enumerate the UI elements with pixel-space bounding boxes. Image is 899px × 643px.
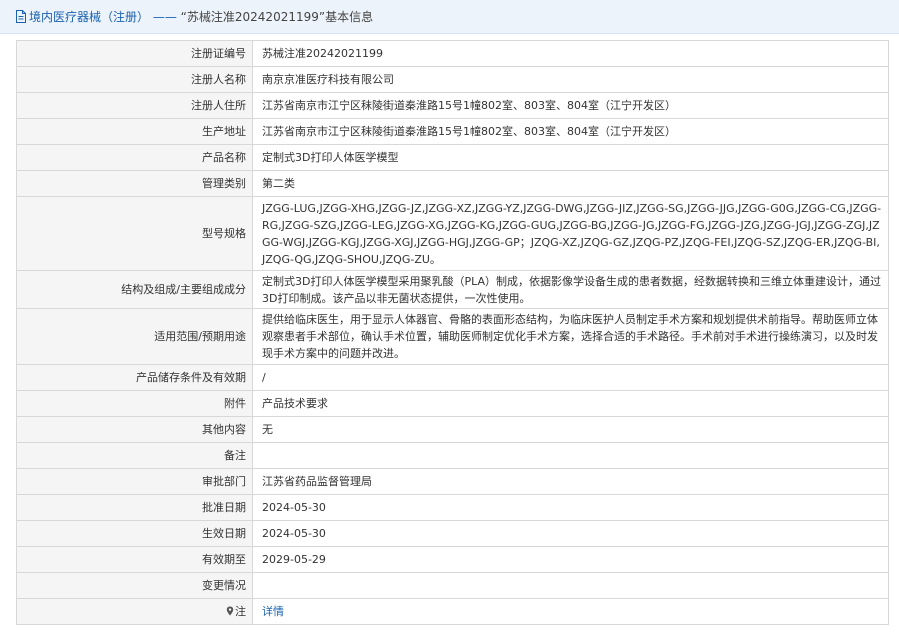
table-row: 注册人住所 江苏省南京市江宁区秣陵街道秦淮路15号1幢802室、803室、804… [16,92,889,119]
row-label: 产品名称 [16,144,253,171]
row-label: 生效日期 [16,520,253,547]
table-row: 变更情况 [16,572,889,599]
row-label: 管理类别 [16,170,253,197]
table-row: 备注 [16,442,889,469]
table-row: 结构及组成/主要组成成分 定制式3D打印人体医学模型采用聚乳酸（PLA）制成，依… [16,270,889,309]
row-label: 注册证编号 [16,40,253,67]
note-row: 注 详情 [16,598,889,625]
row-value: 第二类 [252,170,889,197]
table-row: 产品储存条件及有效期 / [16,364,889,391]
document-icon [16,10,26,23]
row-label: 附件 [16,390,253,417]
row-value: 定制式3D打印人体医学模型 [252,144,889,171]
row-value [252,572,889,599]
row-label: 有效期至 [16,546,253,573]
table-row: 型号规格 JZGG-LUG,JZGG-XHG,JZGG-JZ,JZGG-XZ,J… [16,196,889,271]
row-value: 江苏省药品监督管理局 [252,468,889,495]
row-label: 审批部门 [16,468,253,495]
row-label: 型号规格 [16,196,253,271]
note-label: 注 [16,598,253,625]
table-row: 批准日期 2024-05-30 [16,494,889,521]
row-value: 2024-05-30 [252,494,889,521]
row-label: 备注 [16,442,253,469]
pin-icon [226,606,234,616]
row-label: 变更情况 [16,572,253,599]
device-info-table: 注册证编号 苏械注准20242021199 注册人名称 南京京准医疗科技有限公司… [16,40,889,625]
row-value: 江苏省南京市江宁区秣陵街道秦淮路15号1幢802室、803室、804室（江宁开发… [252,92,889,119]
row-value: 南京京准医疗科技有限公司 [252,66,889,93]
note-label-text: 注 [235,605,246,618]
page-header: 境内医疗器械（注册） —— “苏械注准20242021199”基本信息 [0,0,899,34]
row-value: 产品技术要求 [252,390,889,417]
row-value: / [252,364,889,391]
table-row: 产品名称 定制式3D打印人体医学模型 [16,144,889,171]
row-value: 提供给临床医生，用于显示人体器官、骨骼的表面形态结构，为临床医护人员制定手术方案… [252,308,889,365]
row-label: 批准日期 [16,494,253,521]
table-row: 附件 产品技术要求 [16,390,889,417]
row-label: 结构及组成/主要组成成分 [16,270,253,309]
page-title: 境内医疗器械（注册） —— “苏械注准20242021199”基本信息 [29,9,373,25]
row-value: 苏械注准20242021199 [252,40,889,67]
row-label: 其他内容 [16,416,253,443]
table-row: 适用范围/预期用途 提供给临床医生，用于显示人体器官、骨骼的表面形态结构，为临床… [16,308,889,365]
row-value: 2024-05-30 [252,520,889,547]
table-row: 管理类别 第二类 [16,170,889,197]
row-value: JZGG-LUG,JZGG-XHG,JZGG-JZ,JZGG-XZ,JZGG-Y… [252,196,889,271]
row-value: 无 [252,416,889,443]
table-row: 注册证编号 苏械注准20242021199 [16,40,889,67]
table-row: 其他内容 无 [16,416,889,443]
table-row: 注册人名称 南京京准医疗科技有限公司 [16,66,889,93]
row-value [252,442,889,469]
table-row: 有效期至 2029-05-29 [16,546,889,573]
record-title: “苏械注准20242021199”基本信息 [180,10,374,24]
row-label: 产品储存条件及有效期 [16,364,253,391]
section-name: 境内医疗器械（注册） [29,10,150,24]
title-separator: —— [152,10,177,24]
row-label: 适用范围/预期用途 [16,308,253,365]
row-label: 注册人名称 [16,66,253,93]
row-value: 2029-05-29 [252,546,889,573]
row-value: 定制式3D打印人体医学模型采用聚乳酸（PLA）制成，依据影像学设备生成的患者数据… [252,270,889,309]
table-row: 生产地址 江苏省南京市江宁区秣陵街道秦淮路15号1幢802室、803室、804室… [16,118,889,145]
row-label: 生产地址 [16,118,253,145]
table-row: 生效日期 2024-05-30 [16,520,889,547]
table-row: 审批部门 江苏省药品监督管理局 [16,468,889,495]
row-value: 江苏省南京市江宁区秣陵街道秦淮路15号1幢802室、803室、804室（江宁开发… [252,118,889,145]
details-link[interactable]: 详情 [262,605,284,618]
row-label: 注册人住所 [16,92,253,119]
note-value: 详情 [252,598,889,625]
